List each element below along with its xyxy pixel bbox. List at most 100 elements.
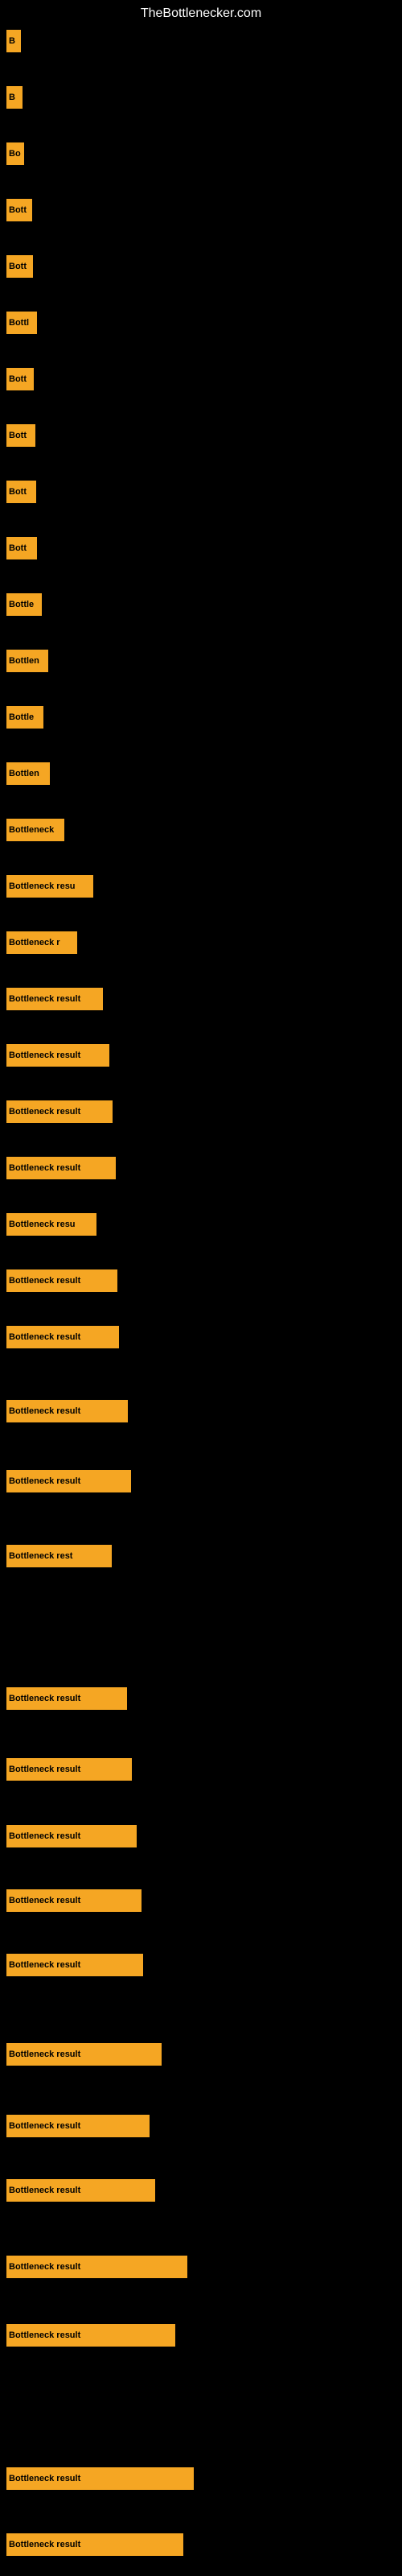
bar-row: Bottleneck result bbox=[0, 982, 402, 1016]
bar-row: Bottleneck result bbox=[0, 2109, 402, 2143]
bar-label: Bott bbox=[9, 543, 27, 553]
bar: Bottleneck result bbox=[6, 1889, 142, 1912]
bar-row: Bottleneck bbox=[0, 813, 402, 847]
bar-row: Bottleneck result bbox=[0, 1752, 402, 1786]
bar-label: B bbox=[9, 93, 15, 102]
bar-label: Bo bbox=[9, 149, 21, 159]
bar-label: Bottleneck result bbox=[9, 1765, 80, 1774]
bars-container: B B Bo Bott Bott Bottl Bott Bott Bott Bott Bottle B… bbox=[0, 24, 402, 2568]
bar: Bottleneck result bbox=[6, 2043, 162, 2066]
bar-row: Bottleneck result bbox=[0, 1151, 402, 1185]
bar: Bottle bbox=[6, 593, 42, 616]
bar-row: Bottle bbox=[0, 700, 402, 734]
site-title: TheBottlenecker.com bbox=[0, 0, 402, 24]
bar: B bbox=[6, 30, 21, 52]
bar-label: Bottleneck resu bbox=[9, 1220, 76, 1229]
bar-row: Bottleneck result bbox=[0, 1394, 402, 1428]
bar: Bott bbox=[6, 481, 36, 503]
bar-label: Bottleneck r bbox=[9, 938, 60, 947]
bar-row: Bott bbox=[0, 531, 402, 565]
bar: Bottleneck result bbox=[6, 2179, 155, 2202]
bar-label: Bott bbox=[9, 431, 27, 440]
bar-label: Bottleneck result bbox=[9, 1960, 80, 1970]
bar: Bottleneck result bbox=[6, 2324, 175, 2347]
bar-label: Bottleneck result bbox=[9, 994, 80, 1004]
bar: Bottleneck result bbox=[6, 2533, 183, 2556]
bar-row: Bott bbox=[0, 362, 402, 396]
bar-label: Bottleneck result bbox=[9, 1332, 80, 1342]
bar-label: Bottlen bbox=[9, 769, 39, 778]
bar-label: Bottleneck result bbox=[9, 1107, 80, 1117]
bar: Bott bbox=[6, 368, 34, 390]
bar: Bottleneck rest bbox=[6, 1545, 112, 1567]
bar-row: Bottleneck result bbox=[0, 2174, 402, 2207]
bar-label: Bottleneck result bbox=[9, 1831, 80, 1841]
bar: Bo bbox=[6, 142, 24, 165]
bar-label: Bottleneck result bbox=[9, 1163, 80, 1173]
bar-label: Bottleneck result bbox=[9, 2121, 80, 2131]
bar: Bottleneck result bbox=[6, 1157, 116, 1179]
bar-row: Bottleneck result bbox=[0, 2528, 402, 2562]
bar: Bott bbox=[6, 199, 32, 221]
bar-row: Bott bbox=[0, 475, 402, 509]
bar-label: Bottleneck result bbox=[9, 2474, 80, 2483]
bar: Bott bbox=[6, 424, 35, 447]
bar: B bbox=[6, 86, 23, 109]
bar-label: Bott bbox=[9, 374, 27, 384]
bar-row: Bottleneck result bbox=[0, 1038, 402, 1072]
bar: Bottlen bbox=[6, 762, 50, 785]
bar-label: B bbox=[9, 36, 15, 46]
bar: Bottleneck result bbox=[6, 1825, 137, 1847]
bar-row: Bottleneck resu bbox=[0, 1208, 402, 1241]
bar: Bottleneck result bbox=[6, 1269, 117, 1292]
bar-row: Bottle bbox=[0, 588, 402, 621]
bar-label: Bott bbox=[9, 262, 27, 271]
bar-label: Bottleneck result bbox=[9, 2262, 80, 2272]
bar-row: Bottl bbox=[0, 306, 402, 340]
bar-row: B bbox=[0, 24, 402, 58]
bar-row: Bott bbox=[0, 419, 402, 452]
bar-row: Bottleneck result bbox=[0, 1464, 402, 1498]
bar-row: Bottleneck result bbox=[0, 1819, 402, 1853]
bar: Bottleneck result bbox=[6, 1470, 131, 1492]
bar: Bottleneck r bbox=[6, 931, 77, 954]
bar: Bottleneck bbox=[6, 819, 64, 841]
bar: Bottleneck result bbox=[6, 1100, 113, 1123]
bar-row: Bottleneck result bbox=[0, 2462, 402, 2496]
bar-label: Bottleneck rest bbox=[9, 1551, 72, 1561]
bar-label: Bottleneck result bbox=[9, 1476, 80, 1486]
bar-row: B bbox=[0, 80, 402, 114]
bar-row: Bottleneck result bbox=[0, 1948, 402, 1982]
bar-row: Bottleneck result bbox=[0, 1884, 402, 1918]
bar: Bottleneck result bbox=[6, 1326, 119, 1348]
bar: Bott bbox=[6, 255, 33, 278]
bar-label: Bottl bbox=[9, 318, 29, 328]
bar-row: Bottleneck result bbox=[0, 1682, 402, 1715]
bar: Bottleneck result bbox=[6, 1758, 132, 1781]
bar-label: Bottleneck result bbox=[9, 2330, 80, 2340]
bar-row: Bottleneck rest bbox=[0, 1539, 402, 1573]
bar-label: Bottleneck result bbox=[9, 1051, 80, 1060]
bar-label: Bott bbox=[9, 487, 27, 497]
bar-label: Bottleneck result bbox=[9, 2050, 80, 2059]
bar-row: Bottleneck result bbox=[0, 1095, 402, 1129]
bar-row: Bottleneck result bbox=[0, 1320, 402, 1354]
bar: Bottleneck result bbox=[6, 988, 103, 1010]
bar: Bottleneck resu bbox=[6, 1213, 96, 1236]
bar: Bottleneck result bbox=[6, 2467, 194, 2490]
bar-row: Bottleneck r bbox=[0, 926, 402, 960]
bar-label: Bottleneck result bbox=[9, 2540, 80, 2549]
bar: Bott bbox=[6, 537, 37, 559]
bar-label: Bottleneck result bbox=[9, 1896, 80, 1905]
bar: Bottleneck result bbox=[6, 1954, 143, 1976]
bar-label: Bottlen bbox=[9, 656, 39, 666]
bar-row: Bottleneck result bbox=[0, 2037, 402, 2071]
bar-row: Bottleneck result bbox=[0, 2250, 402, 2284]
bar: Bottleneck result bbox=[6, 2115, 150, 2137]
bar-row: Bo bbox=[0, 137, 402, 171]
bar-label: Bottle bbox=[9, 600, 34, 609]
bar: Bottleneck result bbox=[6, 1400, 128, 1422]
bar-row: Bott bbox=[0, 193, 402, 227]
bar-label: Bottleneck result bbox=[9, 2186, 80, 2195]
bar-label: Bottleneck bbox=[9, 825, 54, 835]
